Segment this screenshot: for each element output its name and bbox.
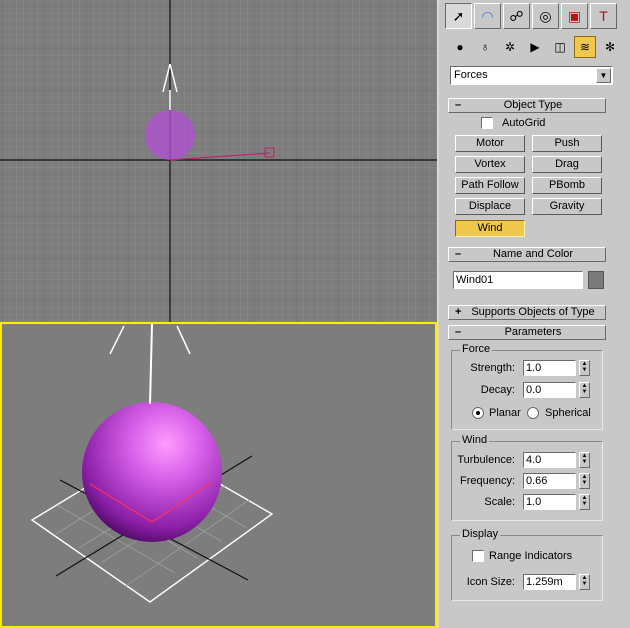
range-indicators-label: Range Indicators [489, 550, 573, 562]
command-panel-tabs: ➚ ◠ ☍ ◎ ▣ T [445, 3, 617, 29]
spinner-arrows-icon[interactable]: ▲ ▼ [579, 452, 590, 468]
icon-size-input[interactable] [523, 574, 576, 590]
parameters-title: Parameters [504, 326, 562, 338]
category-value: Forces [454, 69, 488, 81]
display-group: Display [451, 528, 603, 601]
scale-label: Scale: [484, 496, 515, 508]
object-type-title: Object Type [503, 99, 563, 111]
force-legend: Force [460, 343, 493, 355]
shapes-icon: ♁ [480, 40, 490, 54]
spinner-arrows-icon[interactable]: ▲ ▼ [579, 494, 590, 510]
helpers-subtab[interactable]: ◫ [549, 36, 571, 58]
collapse-icon: – [455, 326, 462, 338]
pbomb-button[interactable]: PBomb [532, 177, 602, 194]
hammer-icon: T [599, 8, 608, 24]
category-dropdown[interactable]: Forces ▼ [450, 66, 613, 85]
vortex-button[interactable]: Vortex [455, 156, 525, 173]
turbulence-input[interactable] [523, 452, 576, 468]
object-type-rollout-header[interactable]: – Object Type [448, 98, 606, 113]
wind-button[interactable]: Wind [455, 220, 525, 237]
perspective-viewport-canvas [2, 324, 435, 626]
chevron-down-icon[interactable]: ▼ [596, 68, 611, 83]
range-indicators-checkbox[interactable] [472, 550, 484, 562]
cameras-subtab[interactable]: ▶ [524, 36, 546, 58]
push-button[interactable]: Push [532, 135, 602, 152]
frequency-input[interactable] [523, 473, 576, 489]
hierarchy-icon: ☍ [509, 7, 524, 24]
create-tab[interactable]: ➚ [445, 3, 472, 29]
motion-wheel-icon: ◎ [539, 7, 552, 24]
spinner-arrows-icon[interactable]: ▲ ▼ [579, 574, 590, 590]
turbulence-label: Turbulence: [457, 454, 515, 466]
systems-subtab[interactable]: ✻ [599, 36, 621, 58]
monitor-icon: ▣ [567, 7, 582, 24]
supports-objects-rollout-header[interactable]: + Supports Objects of Type [448, 305, 606, 320]
create-subtabs: ● ♁ ✲ ▶ ◫ ≋ ✻ [449, 36, 621, 58]
strength-label: Strength: [470, 362, 515, 374]
parameters-rollout-header[interactable]: – Parameters [448, 325, 606, 340]
gravity-button[interactable]: Gravity [532, 198, 602, 215]
frequency-spinner[interactable]: ▲▼ [523, 473, 591, 489]
name-color-title: Name and Color [492, 248, 574, 260]
path-follow-button[interactable]: Path Follow [455, 177, 525, 194]
spherical-label: Spherical [545, 407, 591, 419]
top-viewport[interactable] [0, 0, 437, 322]
expand-icon: + [455, 306, 462, 318]
rainbow-icon: ◠ [481, 7, 494, 24]
sphere-icon: ● [456, 40, 464, 54]
decay-label: Decay: [480, 384, 515, 396]
spinner-arrows-icon[interactable]: ▲ ▼ [579, 473, 590, 489]
display-legend: Display [460, 528, 501, 540]
modify-tab[interactable]: ◠ [474, 3, 501, 29]
wave-icon: ≋ [579, 40, 591, 54]
planar-radio[interactable] [472, 407, 484, 419]
turbulence-spinner[interactable]: ▲▼ [523, 452, 591, 468]
geometry-subtab[interactable]: ● [449, 36, 471, 58]
spinner-arrows-icon[interactable]: ▲ ▼ [579, 382, 590, 398]
motion-tab[interactable]: ◎ [532, 3, 559, 29]
frequency-label: Frequency: [459, 475, 515, 487]
wind-sphere-top [145, 110, 195, 160]
object-color-swatch[interactable] [588, 271, 604, 289]
spinner-arrows-icon[interactable]: ▲ ▼ [579, 360, 590, 376]
strength-spinner[interactable]: ▲▼ [523, 360, 591, 376]
command-panel: ➚ ◠ ☍ ◎ ▣ T ● ♁ ✲ ▶ ◫ ≋ ✻ Forces ▼ – Obj… [437, 0, 630, 628]
supports-objects-title: Supports Objects of Type [471, 306, 595, 318]
name-color-rollout-header[interactable]: – Name and Color [448, 247, 606, 262]
camera-icon: ▶ [530, 40, 540, 54]
top-viewport-canvas [0, 0, 437, 322]
collapse-icon: – [455, 99, 462, 111]
drag-button[interactable]: Drag [532, 156, 602, 173]
motor-button[interactable]: Motor [455, 135, 525, 152]
helper-icon: ◫ [554, 40, 566, 54]
displace-button[interactable]: Displace [455, 198, 525, 215]
utilities-tab[interactable]: T [590, 3, 617, 29]
wind-legend: Wind [460, 434, 490, 446]
top-grid [0, 0, 437, 322]
light-icon: ✲ [504, 40, 516, 54]
space-warps-subtab[interactable]: ≋ [574, 36, 596, 58]
object-name-input[interactable] [453, 271, 583, 289]
decay-input[interactable] [523, 382, 576, 398]
perspective-viewport[interactable] [0, 322, 437, 628]
collapse-icon: – [455, 248, 462, 260]
display-tab[interactable]: ▣ [561, 3, 588, 29]
pointer-icon: ➚ [452, 7, 465, 24]
scale-spinner[interactable]: ▲▼ [523, 494, 591, 510]
icon-size-spinner[interactable]: ▲▼ [523, 574, 591, 590]
spherical-radio[interactable] [527, 407, 539, 419]
planar-label: Planar [489, 407, 521, 419]
strength-input[interactable] [523, 360, 576, 376]
icon-size-label: Icon Size: [466, 576, 515, 588]
wind-sphere-persp [82, 402, 222, 542]
scale-input[interactable] [523, 494, 576, 510]
autogrid-label: AutoGrid [502, 117, 546, 129]
hierarchy-tab[interactable]: ☍ [503, 3, 530, 29]
lights-subtab[interactable]: ✲ [499, 36, 521, 58]
decay-spinner[interactable]: ▲▼ [523, 382, 591, 398]
shapes-subtab[interactable]: ♁ [474, 36, 496, 58]
gear-icon: ✻ [604, 40, 616, 54]
autogrid-checkbox[interactable] [481, 117, 493, 129]
